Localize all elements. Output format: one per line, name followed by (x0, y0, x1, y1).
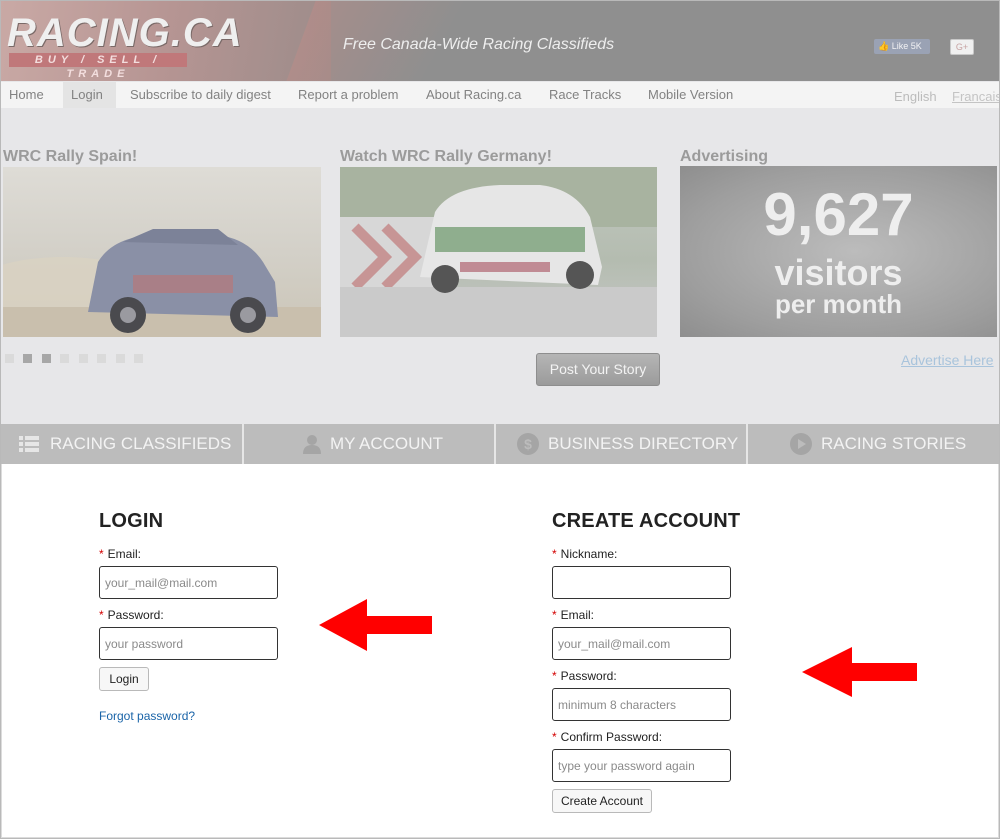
tab-label: RACING STORIES (821, 434, 967, 453)
required-marker: * (552, 608, 557, 622)
signup-email-label: * Email: (552, 608, 594, 622)
slider-dot[interactable] (5, 354, 14, 363)
story-photo-rally-spain[interactable] (3, 167, 321, 337)
required-marker: * (552, 547, 557, 561)
confirm-password-input[interactable] (552, 749, 731, 782)
svg-text:$: $ (524, 436, 532, 452)
login-password-input[interactable] (99, 627, 278, 660)
play-icon (790, 433, 812, 455)
rally-car-white-image (340, 167, 657, 337)
tab-business-directory[interactable]: $ BUSINESS DIRECTORY (496, 424, 748, 464)
red-arrow-icon (319, 599, 432, 651)
signup-email-label-text: Email: (560, 608, 595, 622)
tab-label: BUSINESS DIRECTORY (548, 434, 739, 453)
nickname-label: * Nickname: (552, 547, 617, 561)
nickname-input[interactable] (552, 566, 731, 599)
advertise-here-link[interactable]: Advertise Here (901, 352, 994, 368)
tab-label: MY ACCOUNT (330, 434, 444, 453)
story-photo-rally-germany[interactable] (340, 167, 657, 337)
signup-password-input[interactable] (552, 688, 731, 721)
login-email-label: * Email: (99, 547, 141, 561)
advertising-title: Advertising (680, 148, 769, 165)
create-account-title: CREATE ACCOUNT (552, 510, 741, 532)
ad-visitor-count: 9,627 (763, 181, 914, 248)
login-button[interactable]: Login (99, 667, 149, 691)
ad-per-month-label: per month (774, 289, 903, 319)
required-marker: * (552, 730, 557, 744)
site-logo[interactable]: RACING.CA (7, 11, 243, 56)
slider-dot[interactable] (116, 354, 125, 363)
like-button-label: Like 5K (891, 41, 922, 51)
post-your-story-button[interactable]: Post Your Story (536, 353, 660, 386)
required-marker: * (99, 547, 104, 561)
nav-item-race-tracks[interactable]: Race Tracks (541, 82, 629, 108)
tab-label: RACING CLASSIFIEDS (50, 434, 232, 453)
user-icon (303, 435, 321, 454)
login-password-label-text: Password: (107, 608, 164, 622)
facebook-like-button[interactable]: 👍 Like 5K (874, 39, 930, 54)
logo-tagline-strip: BUY / SELL / TRADE (9, 53, 187, 80)
confirm-password-label-text: Confirm Password: (560, 730, 663, 744)
section-tabs: RACING CLASSIFIEDS MY ACCOUNT $ BUSINESS… (1, 424, 999, 464)
lang-english[interactable]: English (894, 89, 937, 104)
signup-password-label-text: Password: (560, 669, 617, 683)
nav-item-about[interactable]: About Racing.ca (418, 82, 529, 108)
forgot-password-link[interactable]: Forgot password? (99, 709, 195, 723)
login-password-label: * Password: (99, 608, 164, 622)
slider-dot[interactable] (42, 354, 51, 363)
slider-dot[interactable] (23, 354, 32, 363)
nav-item-report-problem[interactable]: Report a problem (290, 82, 406, 108)
login-email-input[interactable] (99, 566, 278, 599)
slider-dot[interactable] (79, 354, 88, 363)
story-title-1[interactable]: WRC Rally Spain! (3, 148, 137, 166)
tab-my-account[interactable]: MY ACCOUNT (244, 424, 496, 464)
list-icon (19, 436, 39, 452)
signup-password-label: * Password: (552, 669, 617, 683)
nav-item-home[interactable]: Home (1, 82, 52, 108)
main-nav: Home Login Subscribe to daily digest Rep… (1, 82, 999, 108)
site-tagline: Free Canada-Wide Racing Classifieds (343, 36, 615, 53)
login-email-label-text: Email: (107, 547, 142, 561)
page-frame: RACING.CA BUY / SELL / TRADE Free Canada… (0, 0, 1000, 839)
site-header: RACING.CA BUY / SELL / TRADE Free Canada… (1, 1, 999, 81)
required-marker: * (99, 608, 104, 622)
confirm-password-label: * Confirm Password: (552, 730, 662, 744)
nickname-label-text: Nickname: (560, 547, 618, 561)
login-title: LOGIN (99, 510, 164, 532)
red-arrow-icon (802, 647, 917, 697)
tab-racing-classifieds[interactable]: RACING CLASSIFIEDS (1, 424, 244, 464)
slider-dot[interactable] (60, 354, 69, 363)
slider-dot[interactable] (97, 354, 106, 363)
lang-french[interactable]: Francais (952, 89, 999, 104)
google-plus-button[interactable]: G+ (950, 39, 974, 55)
nav-item-mobile-version[interactable]: Mobile Version (640, 82, 741, 108)
advertising-banner[interactable]: 9,627 visitors per month (680, 166, 997, 337)
ad-visitors-label: visitors (774, 252, 903, 293)
create-account-button[interactable]: Create Account (552, 789, 652, 813)
dollar-icon: $ (517, 433, 539, 455)
tab-racing-stories[interactable]: RACING STORIES (748, 424, 999, 464)
nav-item-login[interactable]: Login (63, 82, 116, 108)
slider-dot[interactable] (134, 354, 143, 363)
thumbs-up-icon: 👍 (878, 41, 890, 51)
rally-car-blue-image (3, 229, 321, 337)
required-marker: * (552, 669, 557, 683)
nav-item-subscribe[interactable]: Subscribe to daily digest (122, 82, 279, 108)
signup-email-input[interactable] (552, 627, 731, 660)
story-title-2[interactable]: Watch WRC Rally Germany! (340, 148, 552, 166)
